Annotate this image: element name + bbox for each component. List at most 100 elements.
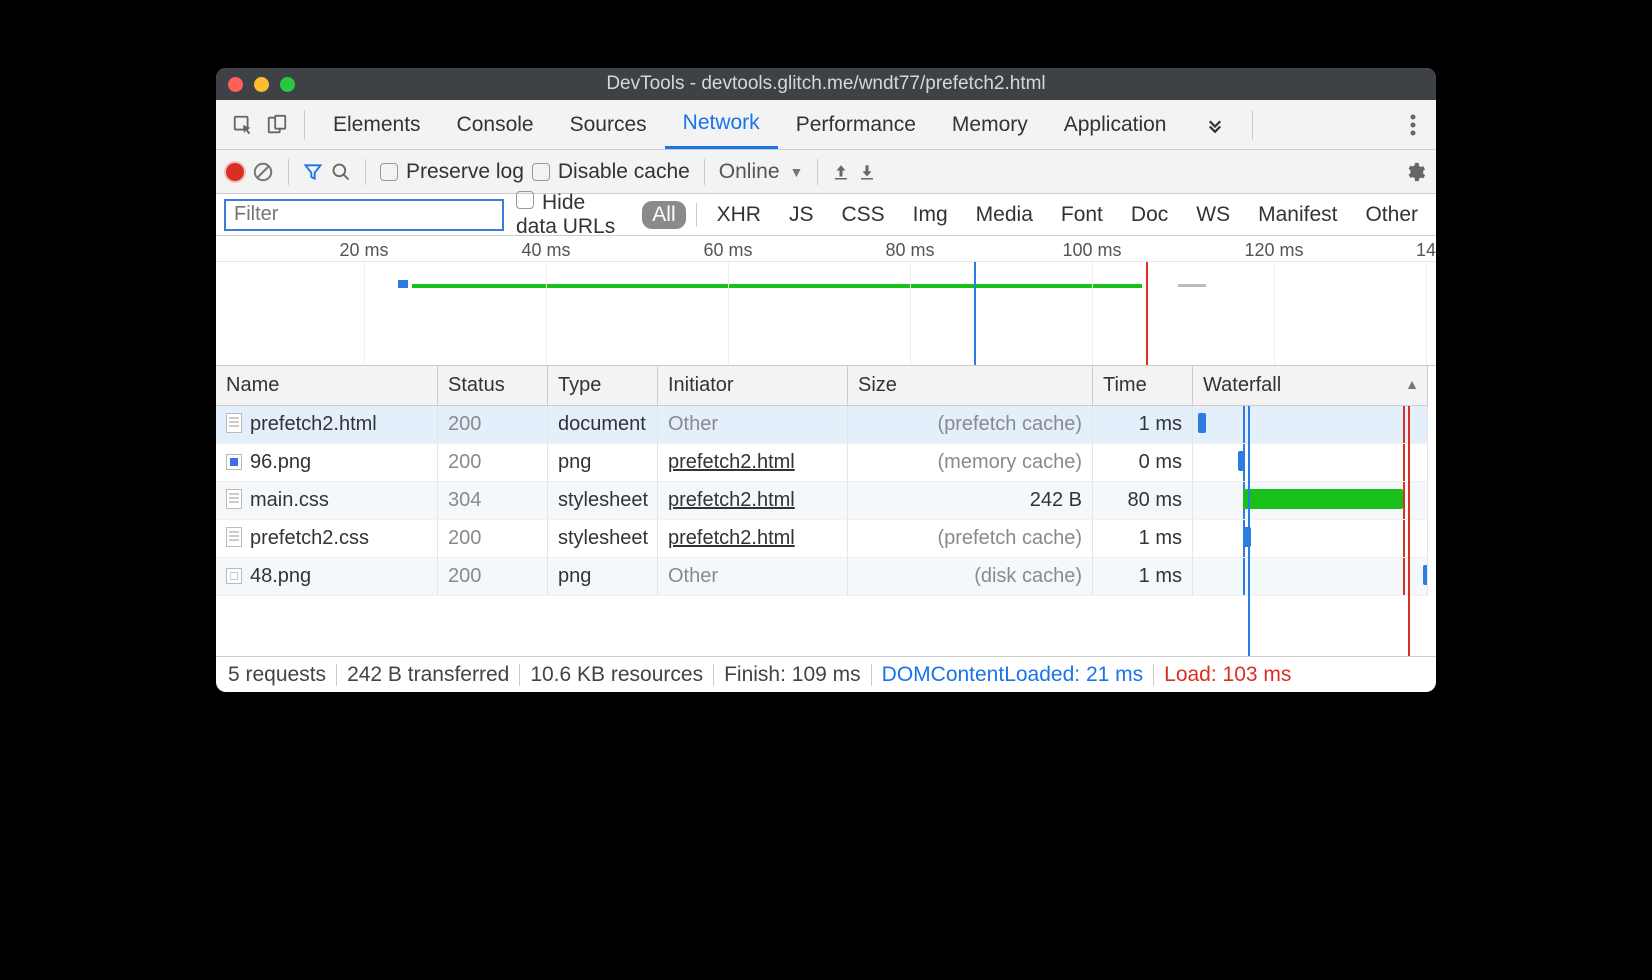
- type-filter-img[interactable]: Img: [903, 201, 958, 229]
- throttling-select[interactable]: Online ▼: [719, 160, 804, 184]
- clear-icon[interactable]: [252, 161, 274, 183]
- status-transferred: 242 B transferred: [347, 663, 509, 687]
- document-icon: [226, 527, 242, 547]
- upload-har-icon[interactable]: [832, 162, 850, 182]
- timeline-tick: 120 ms: [1244, 240, 1303, 261]
- minimize-window-dot[interactable]: [254, 77, 269, 92]
- table-row[interactable]: 48.png 200pngOther(disk cache)1 ms: [216, 558, 1436, 596]
- timeline-tick: 60 ms: [703, 240, 752, 261]
- record-icon[interactable]: [226, 163, 244, 181]
- table-row[interactable]: prefetch2.css 200stylesheetprefetch2.html…: [216, 520, 1436, 558]
- more-tabs-icon[interactable]: [1188, 100, 1242, 149]
- zoom-window-dot[interactable]: [280, 77, 295, 92]
- request-name: 96.png: [250, 451, 311, 473]
- preserve-log-label: Preserve log: [406, 160, 524, 184]
- download-har-icon[interactable]: [858, 162, 876, 182]
- request-name: prefetch2.html: [250, 413, 377, 435]
- table-row[interactable]: 96.png200pngprefetch2.html(memory cache)…: [216, 444, 1436, 482]
- preserve-log-checkbox[interactable]: Preserve log: [380, 160, 524, 184]
- titlebar: DevTools - devtools.glitch.me/wndt77/pre…: [216, 68, 1436, 100]
- timeline-tick: 40 ms: [521, 240, 570, 261]
- timeline-tick: 14: [1416, 240, 1436, 261]
- column-header-status[interactable]: Status: [438, 366, 548, 406]
- timeline-overview[interactable]: 20 ms 40 ms 60 ms 80 ms 100 ms 120 ms 14: [216, 236, 1436, 366]
- request-waterfall: [1193, 558, 1428, 596]
- request-initiator[interactable]: prefetch2.html: [658, 444, 848, 482]
- request-status: 200: [438, 520, 548, 558]
- status-load: Load: 103 ms: [1164, 663, 1291, 687]
- request-type: stylesheet: [548, 520, 658, 558]
- timeline-tick: 80 ms: [885, 240, 934, 261]
- column-header-time[interactable]: Time: [1093, 366, 1193, 406]
- table-row[interactable]: main.css304stylesheetprefetch2.html242 B…: [216, 482, 1436, 520]
- column-header-size[interactable]: Size: [848, 366, 1093, 406]
- request-time: 1 ms: [1093, 520, 1193, 558]
- column-header-type[interactable]: Type: [548, 366, 658, 406]
- tab-elements[interactable]: Elements: [315, 100, 439, 149]
- request-size: (memory cache): [848, 444, 1093, 482]
- request-status: 304: [438, 482, 548, 520]
- type-filter-other[interactable]: Other: [1355, 201, 1428, 229]
- main-tab-bar: ElementsConsoleSourcesNetworkPerformance…: [216, 100, 1436, 150]
- gear-icon[interactable]: [1404, 161, 1426, 183]
- type-filter-css[interactable]: CSS: [831, 201, 894, 229]
- request-time: 1 ms: [1093, 558, 1193, 596]
- type-filter-xhr[interactable]: XHR: [707, 201, 771, 229]
- type-filter-font[interactable]: Font: [1051, 201, 1113, 229]
- type-filter-doc[interactable]: Doc: [1121, 201, 1178, 229]
- network-toolbar: Preserve log Disable cache Online ▼: [216, 150, 1436, 194]
- disable-cache-checkbox[interactable]: Disable cache: [532, 160, 690, 184]
- request-name: 48.png: [250, 565, 311, 587]
- tab-memory[interactable]: Memory: [934, 100, 1046, 149]
- status-requests: 5 requests: [228, 663, 326, 687]
- request-time: 0 ms: [1093, 444, 1193, 482]
- request-name: prefetch2.css: [250, 527, 369, 549]
- timeline-tick: 100 ms: [1062, 240, 1121, 261]
- request-initiator: Other: [658, 558, 848, 596]
- chevron-down-icon: ▼: [790, 164, 804, 180]
- kebab-menu-icon[interactable]: [1400, 114, 1426, 136]
- status-domcontentloaded: DOMContentLoaded: 21 ms: [882, 663, 1143, 687]
- device-toggle-icon[interactable]: [260, 108, 294, 142]
- timeline-tick: 20 ms: [339, 240, 388, 261]
- request-type: png: [548, 558, 658, 596]
- hide-data-urls-checkbox[interactable]: Hide data URLs: [516, 191, 630, 239]
- throttling-value: Online: [719, 160, 780, 184]
- inspect-element-icon[interactable]: [226, 108, 260, 142]
- request-waterfall: [1193, 406, 1428, 444]
- filter-input[interactable]: [224, 199, 504, 231]
- document-icon: [226, 489, 242, 509]
- request-status: 200: [438, 558, 548, 596]
- request-time: 1 ms: [1093, 406, 1193, 444]
- request-waterfall: [1193, 482, 1428, 520]
- type-filter-ws[interactable]: WS: [1186, 201, 1240, 229]
- document-icon: [226, 413, 242, 433]
- tab-application[interactable]: Application: [1046, 100, 1185, 149]
- column-header-name[interactable]: Name: [216, 366, 438, 406]
- type-filter-media[interactable]: Media: [966, 201, 1043, 229]
- request-status: 200: [438, 444, 548, 482]
- request-table: prefetch2.html200documentOther(prefetch …: [216, 406, 1436, 656]
- filter-toggle-icon[interactable]: [303, 162, 323, 182]
- request-initiator[interactable]: prefetch2.html: [658, 482, 848, 520]
- tab-network[interactable]: Network: [665, 100, 778, 149]
- tab-sources[interactable]: Sources: [552, 100, 665, 149]
- status-bar: 5 requests 242 B transferred 10.6 KB res…: [216, 656, 1436, 692]
- request-size: (disk cache): [848, 558, 1093, 596]
- close-window-dot[interactable]: [228, 77, 243, 92]
- tab-performance[interactable]: Performance: [778, 100, 934, 149]
- request-name: main.css: [250, 489, 329, 511]
- tab-console[interactable]: Console: [439, 100, 552, 149]
- status-resources: 10.6 KB resources: [530, 663, 703, 687]
- request-type: stylesheet: [548, 482, 658, 520]
- search-icon[interactable]: [331, 162, 351, 182]
- type-filter-js[interactable]: JS: [779, 201, 824, 229]
- type-filter-all[interactable]: All: [642, 201, 685, 229]
- type-filter-manifest[interactable]: Manifest: [1248, 201, 1347, 229]
- column-header-initiator[interactable]: Initiator: [658, 366, 848, 406]
- request-initiator[interactable]: prefetch2.html: [658, 520, 848, 558]
- table-row[interactable]: prefetch2.html200documentOther(prefetch …: [216, 406, 1436, 444]
- column-header-waterfall[interactable]: Waterfall▲: [1193, 366, 1428, 406]
- status-finish: Finish: 109 ms: [724, 663, 861, 687]
- request-type: document: [548, 406, 658, 444]
